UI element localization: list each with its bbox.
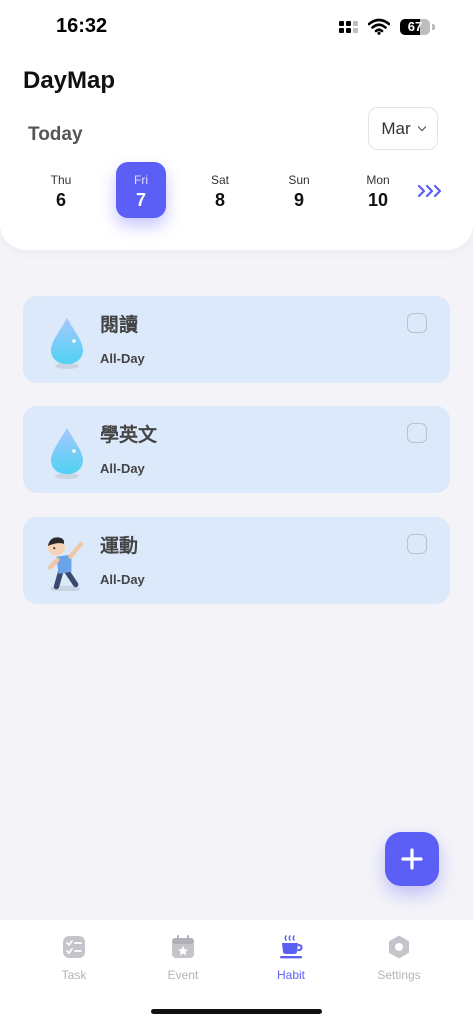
habit-name: 學英文 — [100, 425, 158, 446]
day-number: 8 — [214, 190, 225, 210]
day-item[interactable]: Sun 9 — [274, 162, 324, 218]
day-item[interactable]: Sat 8 — [195, 162, 245, 218]
day-strip: Thu 6 Fri 7 Sat 8 Sun 9 Mon 10 — [0, 162, 473, 222]
tab-event[interactable]: Event — [143, 934, 223, 982]
month-select[interactable]: Mar — [368, 107, 438, 150]
triple-chevron-right-icon[interactable] — [417, 184, 443, 198]
wifi-icon — [368, 18, 390, 35]
add-habit-button[interactable] — [385, 832, 439, 886]
settings-hexagon-icon — [389, 935, 409, 959]
tab-label: Task — [61, 968, 87, 982]
battery-icon: 67 — [400, 18, 430, 35]
water-drop-icon — [51, 428, 83, 479]
day-number: 9 — [293, 190, 304, 210]
status-time: 16:32 — [56, 15, 108, 37]
status-bar: 16:32 67 — [0, 0, 473, 56]
day-of-week: Thu — [50, 173, 72, 187]
status-icons: 67 — [339, 18, 435, 35]
habit-card[interactable]: 學英文 All-Day — [23, 406, 450, 493]
coffee-cup-icon — [280, 935, 303, 959]
day-number: 7 — [135, 190, 146, 210]
day-item-selected[interactable]: Fri 7 — [116, 162, 166, 218]
day-item[interactable]: Thu 6 — [36, 162, 86, 218]
day-of-week: Sun — [288, 173, 310, 187]
water-drop-icon — [51, 318, 83, 369]
habit-name: 閱讀 — [100, 315, 139, 336]
app-title: DayMap — [23, 67, 116, 94]
tab-task[interactable]: Task — [34, 934, 114, 982]
cellular-signal-icon — [339, 20, 358, 33]
event-calendar-icon — [172, 935, 194, 958]
day-item[interactable]: Mon 10 — [353, 162, 403, 218]
home-indicator[interactable] — [151, 1009, 322, 1014]
battery-percent: 67 — [407, 18, 423, 34]
habit-card[interactable]: 閱讀 All-Day — [23, 296, 450, 383]
day-of-week: Fri — [134, 173, 148, 187]
habit-card[interactable]: 運動 All-Day — [23, 517, 450, 604]
habit-checkbox[interactable] — [407, 423, 427, 443]
tab-label: Settings — [377, 968, 421, 982]
tab-bar: Task Event Habit Settings — [0, 920, 473, 1024]
habit-screen: 16:32 67 DayMap Today Mar Thu 6 Fri 7 Sa… — [0, 0, 473, 1024]
exercise-person-icon — [47, 537, 84, 591]
battery-nub — [432, 23, 435, 30]
plus-icon — [401, 848, 423, 870]
habit-time: All-Day — [100, 351, 145, 366]
chevron-down-icon — [417, 122, 426, 131]
today-button[interactable]: Today — [28, 124, 83, 146]
day-number: 6 — [55, 190, 66, 210]
tab-label: Event — [167, 968, 199, 982]
habit-time: All-Day — [100, 461, 145, 476]
header-card: DayMap Today Mar Thu 6 Fri 7 Sat 8 Sun 9 — [0, 56, 473, 250]
habit-name: 運動 — [100, 536, 139, 557]
habit-checkbox[interactable] — [407, 534, 427, 554]
tab-habit[interactable]: Habit — [251, 934, 331, 982]
tab-label: Habit — [276, 968, 305, 982]
day-of-week: Sat — [210, 173, 229, 187]
day-number: 10 — [367, 190, 389, 210]
task-icon — [63, 936, 85, 958]
habit-time: All-Day — [100, 572, 145, 587]
tab-settings[interactable]: Settings — [359, 934, 439, 982]
month-select-value: Mar — [381, 118, 411, 138]
habit-checkbox[interactable] — [407, 313, 427, 333]
day-of-week: Mon — [366, 173, 390, 187]
